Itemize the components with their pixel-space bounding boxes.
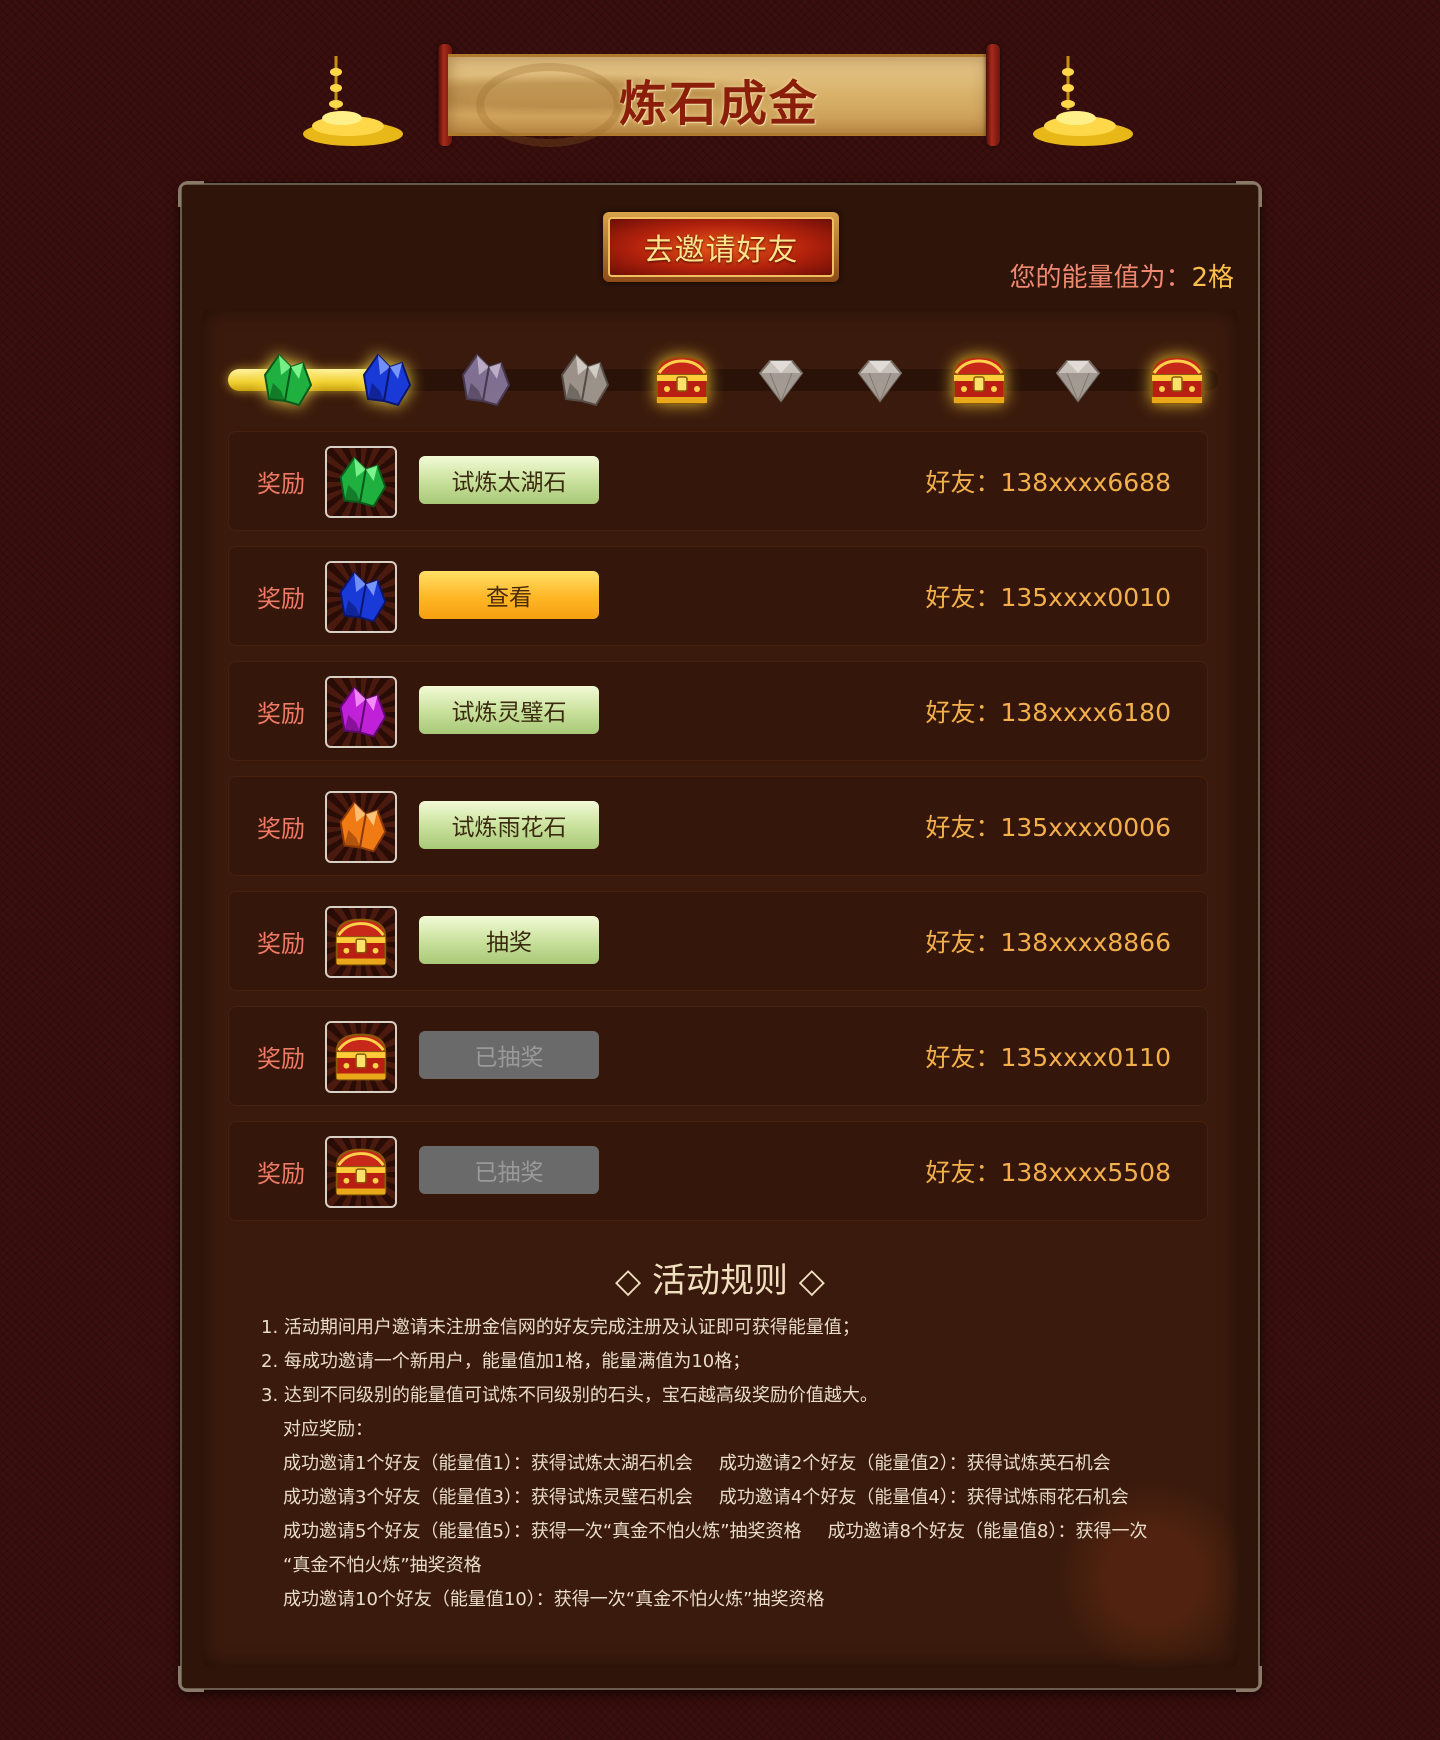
rule-item: 成功邀请10个好友（能量值10）：获得一次“真金不怕火炼”抽奖资格 (283, 1589, 825, 1610)
corner-ornament (178, 1666, 204, 1692)
diamond-icon (845, 335, 915, 425)
treasure-chest-icon (325, 1136, 397, 1208)
reward-row: 奖励 已抽奖 好友：138xxxx5508 (228, 1121, 1208, 1221)
corner-ornament (178, 181, 204, 207)
green-crystal-icon (251, 335, 321, 425)
rule-pair: 成功邀请3个好友（能量值3）：获得试炼灵璧石机会 成功邀请4个好友（能量值4）：获… (261, 1481, 1181, 1515)
reward-list: 奖励 试炼太湖石 好友：138xxxx6688 奖励 查看 好友：135xxxx… (228, 431, 1208, 1236)
reward-label: 奖励 (257, 1160, 305, 1188)
reward-row: 奖励 试炼灵璧石 好友：138xxxx6180 (228, 661, 1208, 761)
corner-ornament (1236, 181, 1262, 207)
rule-item: 成功邀请8个好友（能量值8）：获得一次 (827, 1521, 1148, 1542)
treasure-chest-icon (1142, 335, 1212, 425)
gold-coins-icon (1028, 50, 1138, 150)
reward-label: 奖励 (257, 815, 305, 843)
energy-status: 您的能量值为：2格 (1009, 257, 1234, 294)
title-scroll: 炼石成金 (438, 44, 1000, 147)
rule-item: 成功邀请5个好友（能量值5）：获得一次“真金不怕火炼”抽奖资格 (283, 1521, 802, 1542)
rule-item: 成功邀请4个好友（能量值4）：获得试炼雨花石机会 (718, 1487, 1129, 1508)
view-button[interactable]: 查看 (419, 571, 599, 619)
drawn-button: 已抽奖 (419, 1031, 599, 1079)
friend-phone: 好友：138xxxx5508 (925, 1158, 1171, 1187)
diamond-icon (746, 335, 816, 425)
green-crystal-icon (325, 446, 397, 518)
energy-value: 2格 (1191, 263, 1234, 293)
reward-label: 奖励 (257, 1045, 305, 1073)
reward-row: 奖励 试炼太湖石 好友：138xxxx6688 (228, 431, 1208, 531)
friend-phone: 好友：138xxxx6688 (925, 468, 1171, 497)
rules-text: 1. 活动期间用户邀请未注册金信网的好友完成注册及认证即可获得能量值； 2. 每… (261, 1311, 1181, 1617)
friend-phone: 好友：135xxxx0110 (925, 1043, 1171, 1072)
friend-phone: 好友：138xxxx8866 (925, 928, 1171, 957)
reward-row: 奖励 查看 好友：135xxxx0010 (228, 546, 1208, 646)
reward-label: 奖励 (257, 700, 305, 728)
rules-title: ◇ 活动规则 ◇ (615, 1261, 825, 1301)
rule-line: 1. 活动期间用户邀请未注册金信网的好友完成注册及认证即可获得能量值； (261, 1317, 860, 1338)
invite-friends-button[interactable]: 去邀请好友 (603, 212, 839, 282)
rule-pair: 成功邀请1个好友（能量值1）：获得试炼太湖石机会 成功邀请2个好友（能量值2）：获… (261, 1447, 1181, 1481)
rule-subtitle: 对应奖励： (283, 1419, 373, 1440)
orange-crystal-icon (325, 791, 397, 863)
reward-label: 奖励 (257, 930, 305, 958)
treasure-chest-icon (944, 335, 1014, 425)
trial-button[interactable]: 试炼雨花石 (419, 801, 599, 849)
main-panel: 去邀请好友 您的能量值为：2格 奖励 试炼太湖石 好友：138xxxx6688 … (178, 181, 1262, 1692)
trial-button[interactable]: 抽奖 (419, 916, 599, 964)
gold-coins-icon (298, 50, 408, 150)
rule-item: 成功邀请3个好友（能量值3）：获得试炼灵璧石机会 (283, 1487, 693, 1508)
content-area: 奖励 试炼太湖石 好友：138xxxx6688 奖励 查看 好友：135xxxx… (202, 309, 1238, 1667)
reward-label: 奖励 (257, 585, 305, 613)
trial-button[interactable]: 试炼灵璧石 (419, 686, 599, 734)
reward-row: 奖励 试炼雨花石 好友：135xxxx0006 (228, 776, 1208, 876)
trial-button[interactable]: 试炼太湖石 (419, 456, 599, 504)
rule-line: 2. 每成功邀请一个新用户，能量值加1格，能量满值为10格； (261, 1351, 751, 1372)
corner-ornament (1236, 1666, 1262, 1692)
friend-phone: 好友：135xxxx0010 (925, 583, 1171, 612)
blue-crystal-icon (350, 335, 420, 425)
energy-progress (228, 335, 1218, 425)
invite-friends-label: 去邀请好友 (608, 217, 834, 277)
energy-prefix: 您的能量值为： (1009, 263, 1192, 293)
purple-crystal-icon (449, 335, 519, 425)
diamond-icon (1043, 335, 1113, 425)
header-banner: 炼石成金 (0, 40, 1440, 160)
blue-crystal-icon (325, 561, 397, 633)
rule-item: “真金不怕火炼”抽奖资格 (283, 1555, 482, 1576)
treasure-chest-icon (325, 1021, 397, 1093)
treasure-chest-icon (325, 906, 397, 978)
purple-crystal-icon (325, 676, 397, 748)
drawn-button: 已抽奖 (419, 1146, 599, 1194)
treasure-chest-icon (647, 335, 717, 425)
reward-row: 奖励 抽奖 好友：138xxxx8866 (228, 891, 1208, 991)
rule-line: 3. 达到不同级别的能量值可试炼不同级别的石头，宝石越高级奖励价值越大。 (261, 1385, 878, 1406)
gray-crystal-icon (548, 335, 618, 425)
rule-pair: 成功邀请5个好友（能量值5）：获得一次“真金不怕火炼”抽奖资格 成功邀请8个好友（… (261, 1515, 1181, 1549)
rule-item: 成功邀请2个好友（能量值2）：获得试炼英石机会 (718, 1453, 1111, 1474)
reward-row: 奖励 已抽奖 好友：135xxxx0110 (228, 1006, 1208, 1106)
friend-phone: 好友：135xxxx0006 (925, 813, 1171, 842)
friend-phone: 好友：138xxxx6180 (925, 698, 1171, 727)
page-title: 炼石成金 (618, 76, 819, 132)
reward-label: 奖励 (257, 470, 305, 498)
rule-item: 成功邀请1个好友（能量值1）：获得试炼太湖石机会 (283, 1453, 693, 1474)
